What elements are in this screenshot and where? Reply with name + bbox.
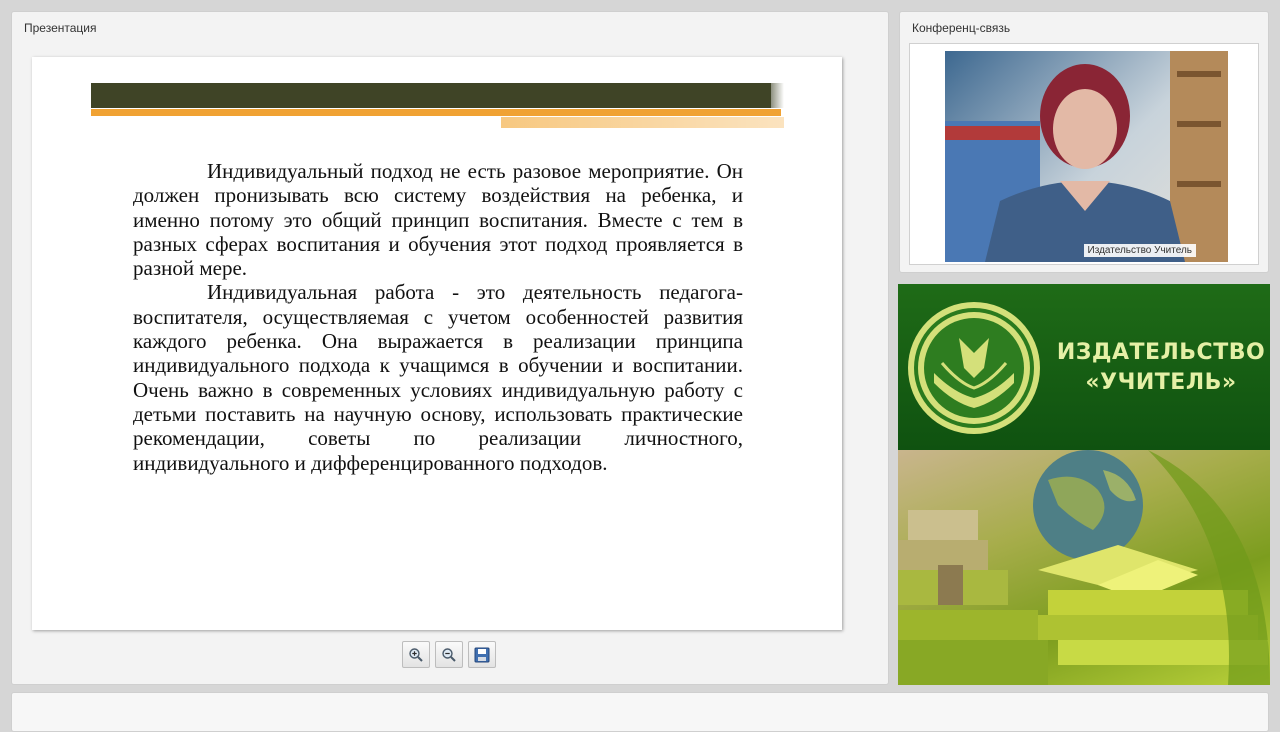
books-globe-illustration [898, 450, 1270, 685]
save-button[interactable] [468, 641, 496, 668]
video-tile[interactable]: Издательство Учитель [909, 43, 1259, 265]
publisher-name-line2: «УЧИТЕЛЬ» [1085, 370, 1237, 395]
video-participant-label: Издательство Учитель [1083, 244, 1196, 257]
save-icon [474, 647, 490, 662]
slide-paragraph-1: Индивидуальный подход не есть разовое ме… [133, 159, 743, 281]
presentation-panel: Презентация Индивидуальный подход не ест… [11, 11, 889, 685]
slide-accent-stripe [91, 109, 781, 116]
presenter-silhouette [945, 51, 1228, 262]
zoom-out-icon [442, 647, 456, 662]
slide-header-band-fade [762, 83, 784, 108]
conference-panel-title: Конференц-связь [912, 21, 1011, 35]
presentation-panel-title: Презентация [24, 21, 97, 35]
presentation-toolbar [402, 641, 496, 668]
conference-panel: Конференц-связь Издательство Учитель [899, 11, 1269, 273]
publisher-logo-icon [908, 302, 1040, 434]
publisher-logo-banner: ИЗДАТЕЛЬСТВО «УЧИТЕЛЬ» [898, 284, 1270, 450]
slide-body-text: Индивидуальный подход не есть разовое ме… [133, 159, 743, 475]
bottom-panel [11, 692, 1269, 732]
presentation-slide: Индивидуальный подход не есть разовое ме… [32, 57, 842, 630]
zoom-in-button[interactable] [402, 641, 430, 668]
books-globe-image [898, 450, 1270, 685]
slide-accent-stripe-light [501, 117, 784, 128]
webcam-video [945, 51, 1228, 262]
slide-paragraph-2: Индивидуальная работа - это деятельность… [133, 280, 743, 475]
publisher-name: ИЗДАТЕЛЬСТВО «УЧИТЕЛЬ» [1056, 338, 1266, 398]
zoom-in-icon [409, 647, 423, 662]
publisher-name-line1: ИЗДАТЕЛЬСТВО [1056, 340, 1266, 365]
zoom-out-button[interactable] [435, 641, 463, 668]
slide-header-band [91, 83, 771, 108]
